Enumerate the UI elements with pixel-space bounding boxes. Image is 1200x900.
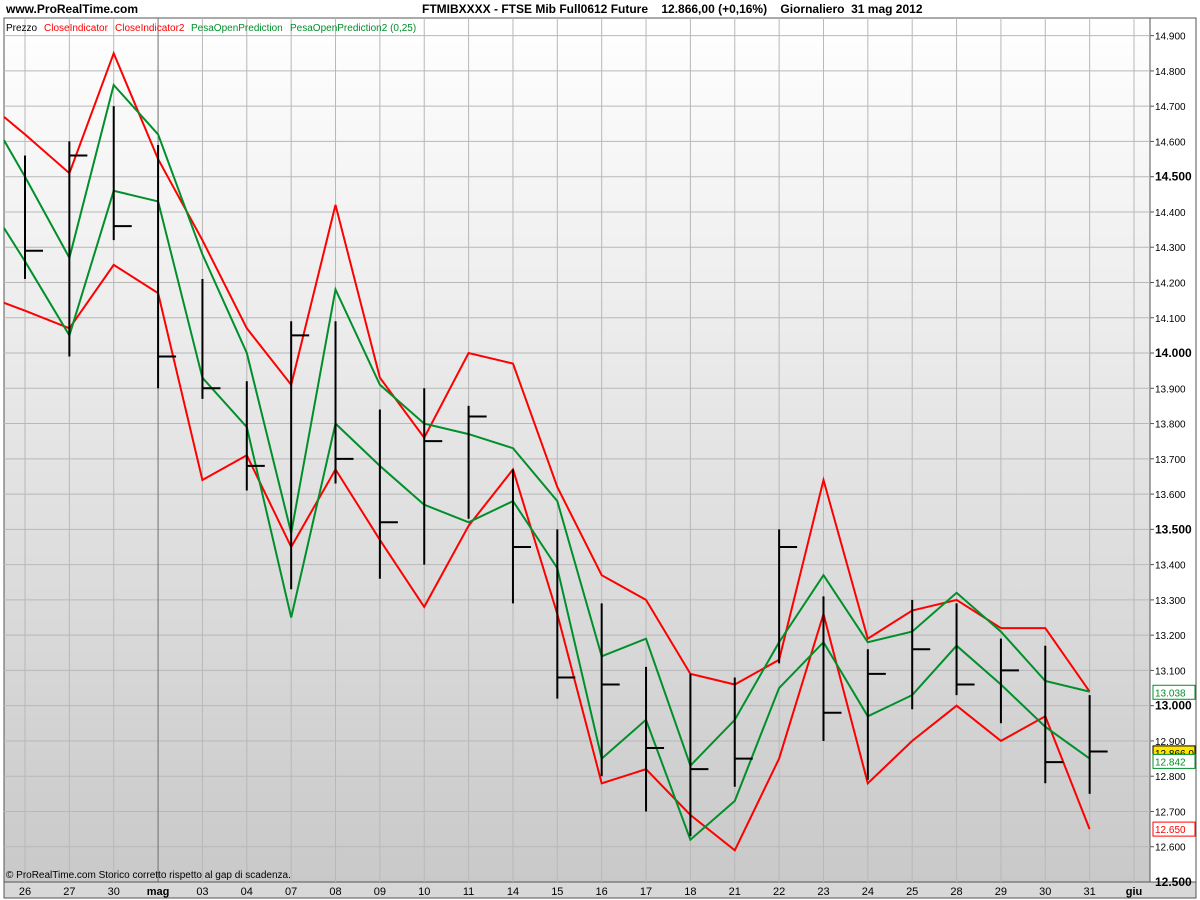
y-tick-label: 14.900 bbox=[1155, 32, 1186, 43]
x-tick-label: 30 bbox=[108, 886, 120, 898]
x-tick-label: 26 bbox=[19, 886, 31, 898]
x-tick-label: 28 bbox=[950, 886, 962, 898]
y-tick-label: 14.400 bbox=[1155, 208, 1186, 219]
x-tick-label: 30 bbox=[1039, 886, 1051, 898]
x-tick-label: 25 bbox=[906, 886, 918, 898]
last-value-text: 12.842 bbox=[1155, 757, 1186, 768]
legend-pesaopenprediction: PesaOpenPrediction bbox=[191, 23, 283, 34]
x-tick-label: 23 bbox=[817, 886, 829, 898]
y-tick-label: 13.600 bbox=[1155, 490, 1186, 501]
y-tick-label: 13.000 bbox=[1155, 699, 1192, 713]
x-tick-label: 08 bbox=[329, 886, 341, 898]
x-tick-label: giu bbox=[1126, 886, 1143, 898]
x-tick-label: 16 bbox=[596, 886, 608, 898]
y-tick-label: 13.400 bbox=[1155, 561, 1186, 572]
y-tick-label: 12.600 bbox=[1155, 843, 1186, 854]
x-tick-label: 14 bbox=[507, 886, 519, 898]
x-tick-label: 15 bbox=[551, 886, 563, 898]
last-value-text: 13.038 bbox=[1155, 688, 1186, 699]
y-tick-label: 14.800 bbox=[1155, 67, 1186, 78]
y-tick-label: 13.500 bbox=[1155, 522, 1192, 536]
x-tick-label: 09 bbox=[374, 886, 386, 898]
x-tick-label: 10 bbox=[418, 886, 430, 898]
price-chart[interactable]: 12.50012.60012.70012.80012.90013.00013.1… bbox=[0, 0, 1200, 900]
y-tick-label: 14.500 bbox=[1155, 170, 1192, 184]
y-tick-label: 14.300 bbox=[1155, 243, 1186, 254]
x-tick-label: 29 bbox=[995, 886, 1007, 898]
plot-background bbox=[3, 17, 1151, 883]
y-tick-label: 14.100 bbox=[1155, 314, 1186, 325]
x-tick-label: 17 bbox=[640, 886, 652, 898]
x-tick-label: 27 bbox=[63, 886, 75, 898]
y-tick-label: 13.200 bbox=[1155, 631, 1186, 642]
footer-note: © ProRealTime.com Storico corretto rispe… bbox=[6, 870, 291, 881]
x-tick-label: 21 bbox=[729, 886, 741, 898]
last-value-text: 12.650 bbox=[1155, 825, 1186, 836]
y-tick-label: 12.700 bbox=[1155, 807, 1186, 818]
x-tick-label: 22 bbox=[773, 886, 785, 898]
y-tick-label: 14.200 bbox=[1155, 278, 1186, 289]
x-tick-label: 18 bbox=[684, 886, 696, 898]
y-tick-label: 12.500 bbox=[1155, 875, 1192, 889]
legend-prezzo: Prezzo bbox=[6, 23, 38, 34]
legend: Prezzo CloseIndicator CloseIndicator2 Pe… bbox=[6, 23, 416, 34]
y-tick-label: 12.800 bbox=[1155, 772, 1186, 783]
x-tick-label: 07 bbox=[285, 886, 297, 898]
x-tick-label: 04 bbox=[241, 886, 253, 898]
x-tick-label: 03 bbox=[196, 886, 208, 898]
x-tick-label: 11 bbox=[463, 886, 474, 898]
y-tick-label: 14.600 bbox=[1155, 137, 1186, 148]
x-tick-label: 31 bbox=[1084, 886, 1096, 898]
y-tick-label: 13.900 bbox=[1155, 384, 1186, 395]
y-tick-label: 14.700 bbox=[1155, 102, 1186, 113]
legend-closeindicator: CloseIndicator bbox=[44, 23, 109, 34]
x-tick-label: mag bbox=[147, 886, 170, 898]
y-tick-label: 13.700 bbox=[1155, 455, 1186, 466]
y-tick-label: 14.000 bbox=[1155, 346, 1192, 360]
y-tick-label: 13.100 bbox=[1155, 666, 1186, 677]
y-tick-label: 13.800 bbox=[1155, 420, 1186, 431]
y-tick-label: 13.300 bbox=[1155, 596, 1186, 607]
x-tick-label: 24 bbox=[862, 886, 874, 898]
legend-pesaopenprediction2: PesaOpenPrediction2 (0,25) bbox=[290, 23, 416, 34]
legend-closeindicator2: CloseIndicator2 bbox=[115, 23, 185, 34]
